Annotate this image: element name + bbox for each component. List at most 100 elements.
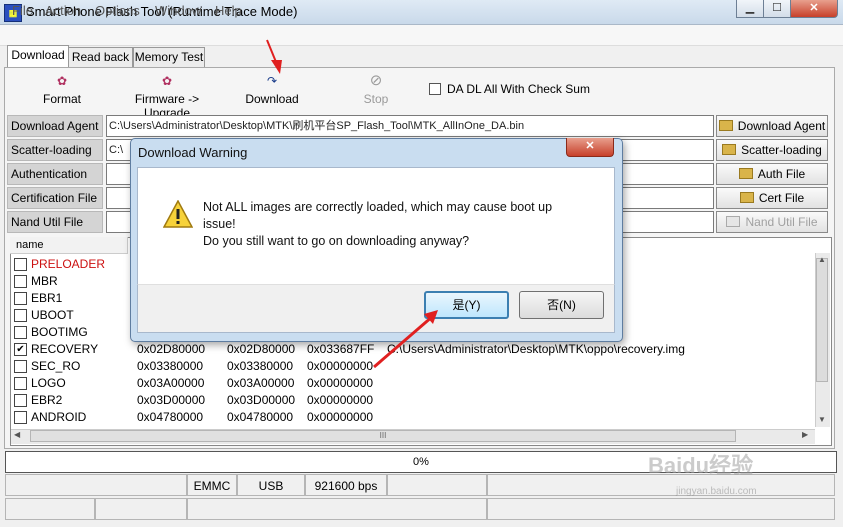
stop-label: Stop [363, 92, 389, 106]
download-agent-button[interactable]: Download Agent [716, 115, 828, 137]
row-start-address: 0x03380000 [227, 359, 294, 373]
horizontal-scroll-thumb[interactable]: III [30, 430, 736, 442]
row-checkbox[interactable] [14, 275, 27, 288]
menu-window[interactable]: Window [155, 3, 201, 18]
table-row[interactable]: EBR2 0x03D00000 0x03D00000 0x00000000 [14, 392, 814, 409]
status2-cell [5, 498, 95, 520]
scroll-down-icon[interactable]: ▼ [818, 415, 826, 424]
format-button[interactable]: ✿ Format [40, 74, 84, 106]
yes-button[interactable]: 是(Y) [424, 291, 509, 319]
dialog-close-button[interactable]: ✕ [566, 138, 614, 157]
folder-icon [718, 120, 733, 131]
nand-util-button-label: Nand Util File [745, 215, 818, 229]
folder-icon [722, 144, 737, 155]
stop-button[interactable]: ⊘ Stop [358, 72, 394, 106]
scatter-loading-button-label: Scatter-loading [741, 143, 822, 157]
no-button[interactable]: 否(N) [519, 291, 604, 319]
row-end-address: 0x00000000 [307, 359, 374, 373]
scroll-right-icon[interactable]: ▶ [802, 430, 808, 439]
folder-icon [738, 168, 753, 179]
tab-memory-test[interactable]: Memory Test [133, 47, 205, 68]
dialog-message-line1: Not ALL images are correctly loaded, whi… [203, 200, 553, 214]
authentication-file-label: Authentication File [7, 163, 103, 202]
checksum-checkbox[interactable] [429, 83, 441, 95]
row-name: EBR1 [31, 291, 63, 305]
row-begin-address: 0x03D00000 [137, 393, 206, 407]
folder-icon [726, 216, 741, 227]
row-name: SEC_RO [31, 359, 81, 373]
menu-bar [0, 25, 843, 46]
stop-icon: ⊘ [369, 72, 383, 89]
row-checkbox[interactable] [14, 258, 27, 271]
table-row[interactable]: ANDROID 0x04780000 0x04780000 0x00000000 [14, 409, 814, 426]
row-checkbox[interactable] [14, 411, 27, 424]
nand-util-button[interactable]: Nand Util File [716, 211, 828, 233]
auth-file-button[interactable]: Auth File [716, 163, 828, 185]
cert-file-button-label: Cert File [758, 191, 805, 205]
download-icon: ↷ [266, 74, 278, 88]
menu-file[interactable]: File [12, 3, 33, 18]
status-storage: EMMC [187, 474, 237, 496]
folder-icon [739, 192, 754, 203]
row-checkbox[interactable] [14, 326, 27, 339]
row-begin-address: 0x02D80000 [137, 342, 206, 356]
row-start-address: 0x02D80000 [227, 342, 296, 356]
scroll-left-icon[interactable]: ◀ [14, 430, 20, 439]
row-checkbox[interactable] [14, 377, 27, 390]
tab-download[interactable]: Download [7, 45, 69, 68]
row-checkbox[interactable] [14, 394, 27, 407]
table-row[interactable]: LOGO 0x03A00000 0x03A00000 0x00000000 [14, 375, 814, 392]
maximize-button[interactable]: ☐ [763, 0, 791, 18]
row-begin-address: 0x04780000 [137, 410, 204, 424]
vertical-scroll-thumb[interactable] [816, 258, 828, 382]
row-checkbox[interactable] [14, 360, 27, 373]
progress-text: 0% [413, 456, 429, 468]
menu-options[interactable]: Options [95, 3, 140, 18]
auth-file-button-label: Auth File [757, 167, 806, 181]
scroll-up-icon[interactable]: ▲ [818, 255, 826, 264]
status-cell-empty [387, 474, 487, 496]
format-label: Format [42, 92, 81, 106]
tab-read-back[interactable]: Read back [68, 47, 133, 68]
table-row[interactable]: ✔ RECOVERY 0x02D80000 0x02D80000 0x033687FF C… [14, 341, 814, 358]
cert-file-button[interactable]: Cert File [716, 187, 828, 209]
format-icon: ✿ [56, 74, 68, 88]
row-start-address: 0x03D00000 [227, 393, 296, 407]
row-checkbox[interactable] [14, 292, 27, 305]
download-button[interactable]: ↷ Download [244, 74, 300, 106]
firmware-upgrade-button[interactable]: ✿ Firmware -> Upgrade [114, 74, 220, 120]
row-start-address: 0x04780000 [227, 410, 294, 424]
minimize-button[interactable]: ▁ [736, 0, 764, 18]
baidu-watermark-url: jingyan.baidu.com [676, 486, 757, 497]
row-end-address: 0x00000000 [307, 376, 374, 390]
download-label: Download [245, 92, 299, 106]
nand-util-file-label: Nand Util File [7, 211, 103, 233]
firmware-upgrade-icon: ✿ [161, 74, 173, 88]
certification-file-label: Certification File [7, 187, 103, 209]
list-header-name[interactable]: name [10, 237, 128, 254]
status-port: USB [237, 474, 305, 496]
status2-cell [487, 498, 835, 520]
dialog-title: Download Warning [138, 145, 248, 160]
row-start-address: 0x03A00000 [227, 376, 295, 390]
download-agent-button-label: Download Agent [737, 119, 826, 133]
row-name: RECOVERY [31, 342, 99, 356]
status-cell-empty [5, 474, 187, 496]
menu-help[interactable]: Help [215, 3, 242, 18]
table-row[interactable]: SEC_RO 0x03380000 0x03380000 0x00000000 [14, 358, 814, 375]
row-end-address: 0x00000000 [307, 393, 374, 407]
scatter-loading-button[interactable]: Scatter-loading [716, 139, 828, 161]
checksum-label: DA DL All With Check Sum [447, 82, 590, 96]
status-baud: 921600 bps [305, 474, 387, 496]
download-agent-label: Download Agent [7, 115, 103, 137]
status2-cell [187, 498, 487, 520]
menu-action[interactable]: Action [45, 3, 81, 18]
row-name: LOGO [31, 376, 66, 390]
row-name: EBR2 [31, 393, 63, 407]
download-agent-path[interactable]: C:\Users\Administrator\Desktop\MTK\刷机平台S… [106, 115, 714, 137]
row-checkbox[interactable]: ✔ [14, 343, 27, 356]
scatter-loading-label: Scatter-loading File [7, 139, 103, 178]
row-name: UBOOT [31, 308, 74, 322]
row-checkbox[interactable] [14, 309, 27, 322]
close-button[interactable]: ✕ [790, 0, 838, 18]
